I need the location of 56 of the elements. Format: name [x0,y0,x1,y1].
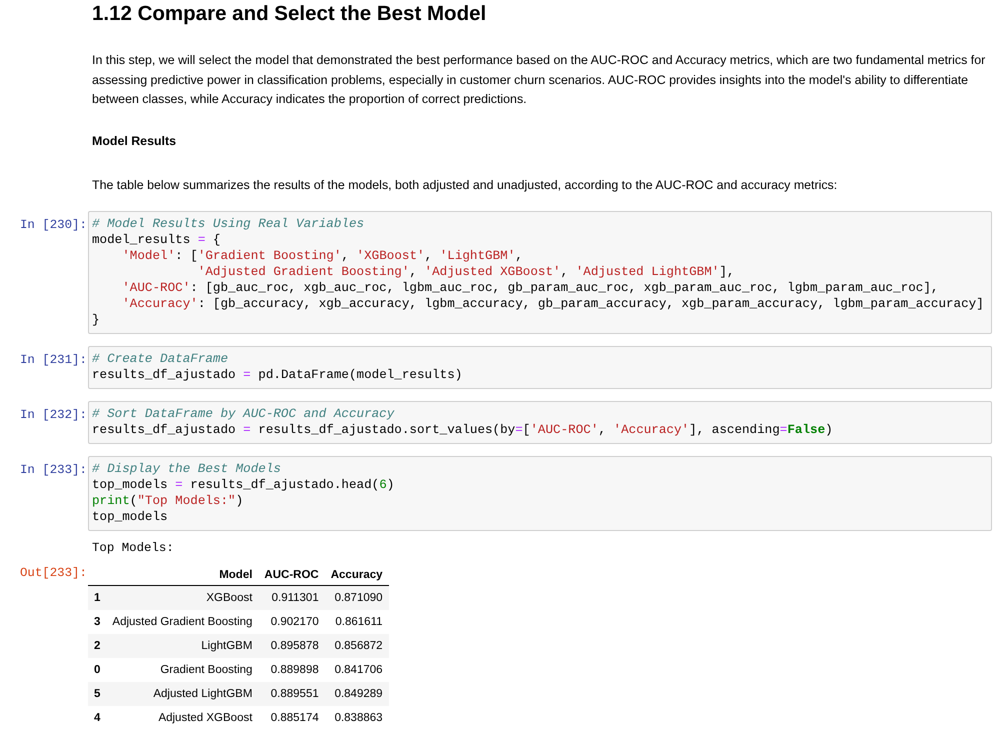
summary-paragraph: The table below summarizes the results of the models, both adjusted and unadjusted, according to the AUC-ROC and accuracy metrics: [92,176,838,194]
code-line: print("Top Models:") [92,492,244,508]
output-prompt: Out[233]: [19,564,88,580]
code-line: top_models [92,508,169,524]
code-line: 'Adjusted Gradient Boosting', 'Adjusted XGBoost', 'Adjusted LightGBM'], [196,264,736,280]
table-cell: Gradient Boosting [106,658,258,682]
row-index: 1 [88,585,106,610]
code-cell[interactable]: # Sort DataFrame by AUC-ROC and Accuracy results_df_ajustado = results_df_ajustado.sort_values(by=['AUC-ROC', 'Accuracy'], ascending=False) [88,400,992,444]
input-prompt: In [232]: [19,406,88,422]
row-index: 5 [88,682,106,706]
row-index: 2 [88,634,106,658]
intro-paragraph: In this step, we will select the model that demonstrated the best performance based on the AUC-ROC and Accuracy metrics, which are two fundamental metrics for assessing predictive power in classification problems, especially in customer churn scenarios. AUC-ROC provides insights into the model's ability to differentiate between classes, while Accuracy indicates the proportion of correct predictions. [92,52,986,108]
code-cell[interactable]: # Create DataFrame results_df_ajustado = pd.DataFrame(model_results) [88,346,992,388]
code-line: results_df_ajustado = pd.DataFrame(model_results) [92,366,464,382]
table-cell: 0.841706 [324,658,389,682]
column-header: Accuracy [324,564,389,585]
table-cell: Adjusted XGBoost [106,706,258,730]
code-line: top_models = results_df_ajustado.head(6) [92,476,396,492]
code-line: # Display the Best Models [92,460,282,476]
table-cell: Adjusted LightGBM [106,682,258,706]
table-cell: 0.849289 [324,682,389,706]
table-cell: XGBoost [106,585,258,610]
table-cell: Adjusted Gradient Boosting [106,610,258,634]
section-heading: 1.12 Compare and Select the Best Model [92,1,488,27]
table-cell: 0.885174 [258,706,325,730]
table-cell: 0.838863 [324,706,389,730]
code-line: # Model Results Using Real Variables [92,216,366,232]
input-prompt: In [230]: [19,216,88,232]
table-cell: 0.871090 [324,585,389,610]
input-prompt: In [233]: [19,462,88,478]
code-line: 'Accuracy': [gb_accuracy, xgb_accuracy, lgbm_accuracy, gb_param_accuracy, xgb_param_accuracy, lgbm_param_accuracy] [121,296,985,312]
table-cell: LightGBM [106,634,258,658]
table-cell: 0.889898 [258,658,325,682]
column-header: AUC-ROC [258,564,325,585]
code-line: # Sort DataFrame by AUC-ROC and Accuracy [92,406,396,422]
subheading: Model Results [92,134,177,148]
code-line: 'Model': ['Gradient Boosting', 'XGBoost', 'LightGBM', [121,248,524,264]
table-cell: 0.856872 [324,634,389,658]
row-index: 3 [88,610,106,634]
code-cell[interactable] [88,210,992,334]
row-index: 0 [88,658,106,682]
code-line: } [92,312,101,328]
table-cell: 0.861611 [324,610,389,634]
code-line: results_df_ajustado = results_df_ajustado.sort_values(by=['AUC-ROC', 'Accuracy'], ascending=False) [92,422,834,438]
table-cell: 0.895878 [258,634,325,658]
code-line: 'AUC-ROC': [gb_auc_roc, xgb_auc_roc, lgbm_auc_roc, gb_param_auc_roc, xgb_param_auc_roc, lgbm_param_auc_roc], [121,280,940,296]
stdout-text: Top Models: [92,540,175,554]
table-cell: 0.902170 [258,610,325,634]
input-prompt: In [231]: [19,352,88,368]
row-index: 4 [88,706,106,730]
code-cell[interactable]: # Display the Best Models top_models = results_df_ajustado.head(6) print("Top Models:") top_models [88,456,992,530]
code-line: # Create DataFrame [92,350,230,366]
table-cell: 0.889551 [258,682,325,706]
table-cell: 0.911301 [258,585,325,610]
column-header: Model [106,564,258,585]
code-line: model_results = { [92,232,222,248]
